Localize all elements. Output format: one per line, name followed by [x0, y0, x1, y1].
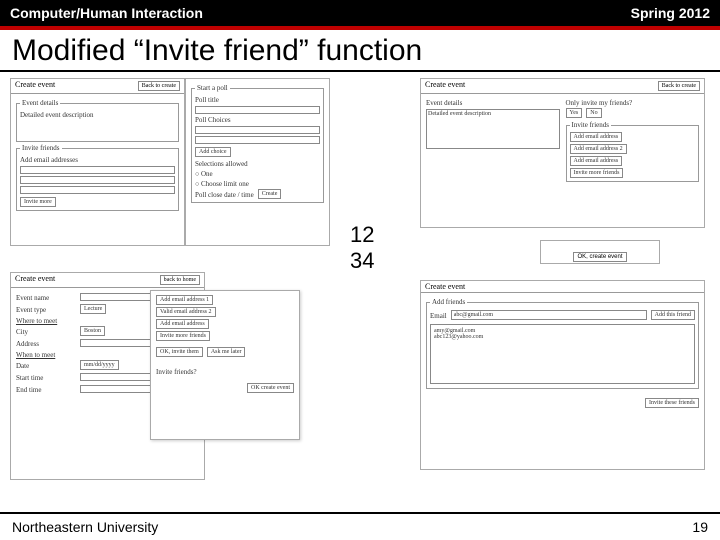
sk7-btn2: Invite these friends: [645, 398, 699, 408]
sk1-input1: [20, 166, 175, 174]
sketch-7: Create event Add friends Email abc@gmail…: [420, 280, 705, 470]
sk5-l9: End time: [16, 386, 76, 394]
sk2-o2: ○ Choose limit one: [195, 180, 320, 188]
sk6-b2: Valid email address 2: [156, 307, 216, 317]
sk3-b1: Add email address: [570, 132, 623, 142]
sk7-btn1: Add this friend: [651, 310, 695, 320]
sk1-input3: [20, 186, 175, 194]
sk5-hr: back to home: [160, 275, 200, 285]
sk6-b1: Add email address 1: [156, 295, 213, 305]
sk7-e2: abc123@yahoo.com: [434, 334, 691, 340]
sk6-b3: Add email address: [156, 319, 209, 329]
sk7-list: amy@gmail.com abc123@yahoo.com: [430, 324, 695, 384]
footer-bar: Northeastern University 19: [0, 514, 720, 540]
sk2-l1: Poll title: [195, 96, 320, 104]
sk1-head-left: Create event: [15, 80, 55, 92]
sk5-v2: Lecture: [80, 304, 106, 314]
page-number: 19: [692, 519, 708, 535]
sk5-l4: City: [16, 328, 76, 336]
sk6-btn: OK create event: [247, 383, 294, 393]
sk3-desc-box: Detailed event description: [426, 109, 560, 149]
sk6-b4: Invite more friends: [156, 331, 210, 341]
sk3-b4: Invite more friends: [570, 168, 624, 178]
sk6-sec: Invite friends?: [156, 368, 294, 376]
footer-org: Northeastern University: [12, 519, 158, 535]
sk3-b2: Add email address 2: [570, 144, 627, 154]
sk2-b1: [195, 106, 320, 114]
sk7-sec: Add friends: [430, 298, 467, 306]
sk1-input2: [20, 176, 175, 184]
sk2-o1: ○ One: [195, 170, 320, 178]
sk6-b6: Ask me later: [207, 347, 246, 357]
sk1-sec2: Invite friends: [20, 144, 62, 152]
sk1-sec1: Event details: [20, 99, 60, 107]
sk7-hl: Create event: [425, 282, 465, 291]
sketch-3: Create event Back to create Event detail…: [420, 78, 705, 228]
sk7-v1: abc@gmail.com: [451, 310, 647, 320]
header-bar: Computer/Human Interaction Spring 2012: [0, 0, 720, 26]
sk3-yes: Yes: [566, 108, 583, 118]
sk3-desc: Detailed event description: [427, 110, 559, 118]
sk2-btn2: Create: [258, 189, 282, 199]
slide-title: Modified “Invite friend” function: [0, 30, 720, 70]
quadrant-label-34: 34: [350, 248, 374, 274]
sketch-1: Create event Back to create Event detail…: [10, 78, 185, 246]
sk3-hr: Back to create: [658, 81, 700, 91]
sk2-l4: Poll close date / time: [195, 191, 254, 199]
sk5-l1: Event name: [16, 294, 76, 302]
sk2-b3: [195, 136, 320, 144]
sk5-l5: Address: [16, 340, 76, 348]
sk3-b3: Add email address: [570, 156, 623, 166]
sketch-2: Start a poll Poll title Poll Choices Add…: [185, 78, 330, 246]
sk3-sec: Event details: [426, 99, 560, 107]
content-area: Create event Back to create Event detail…: [0, 72, 720, 512]
sk5-l8: Start time: [16, 374, 76, 382]
sk1-head-right: Back to create: [138, 81, 180, 91]
sk3-no: No: [586, 108, 601, 118]
sk5-hl: Create event: [15, 274, 55, 286]
sk2-title: Start a poll: [195, 84, 230, 92]
sk5-v4: Boston: [80, 326, 105, 336]
sketch-4: OK, create event: [540, 240, 660, 264]
sk2-l2: Poll Choices: [195, 116, 320, 124]
sk5-v7: mm/dd/yyyy: [80, 360, 119, 370]
sk4-btn: OK, create event: [573, 252, 626, 262]
course-name: Computer/Human Interaction: [10, 5, 203, 21]
sk7-l1: Email: [430, 312, 447, 320]
sketch-6: Add email address 1 Valid email address …: [150, 290, 300, 440]
term-label: Spring 2012: [631, 5, 710, 21]
sk1-desc: Detailed event description: [20, 111, 175, 119]
sk6-b5: OK, invite them: [156, 347, 203, 357]
quadrant-label-12: 12: [350, 222, 374, 248]
sk2-l3: Selections allowed: [195, 160, 320, 168]
sk1-btn: Invite more: [20, 197, 56, 207]
sk5-l2: Event type: [16, 306, 76, 314]
sk2-b2: [195, 126, 320, 134]
sk3-sec2: Invite friends: [570, 121, 612, 129]
sk2-btn1: Add choice: [195, 147, 231, 157]
sk1-sub: Add email addresses: [20, 156, 175, 164]
sk3-hl: Create event: [425, 80, 465, 92]
sk3-q: Only invite my friends?: [566, 99, 700, 107]
sk5-l7: Date: [16, 362, 76, 370]
